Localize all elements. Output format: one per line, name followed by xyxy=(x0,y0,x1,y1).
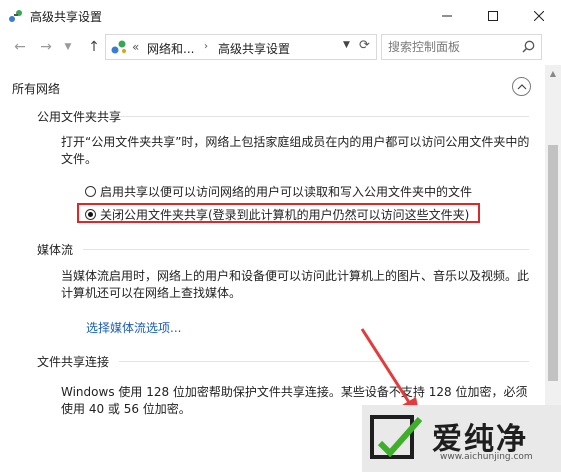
window-title: 高级共享设置 xyxy=(30,10,103,24)
file-sharing-description-2: 使用 40 或 56 位加密。 xyxy=(61,402,191,416)
divider xyxy=(119,116,529,117)
close-button[interactable] xyxy=(516,0,561,31)
minimize-icon xyxy=(442,15,452,16)
media-description-1: 当媒体流启用时，网络上的用户和设备便可以访问此计算机上的图片、音乐以及视频。此 xyxy=(61,269,530,283)
breadcrumb-separator[interactable]: › xyxy=(204,41,208,52)
divider xyxy=(119,361,529,362)
watermark-url: www.aichunjing.com xyxy=(440,452,533,462)
close-icon xyxy=(534,10,544,21)
option-enable-label: 启用共享以便可以访问网络的用户可以读取和写入公用文件夹中的文件 xyxy=(100,185,473,199)
radio-enable-public-sharing[interactable] xyxy=(85,186,96,197)
maximize-icon xyxy=(488,10,498,21)
breadcrumb-network[interactable]: 网络和... xyxy=(147,40,194,57)
option-enable-public-sharing[interactable]: 启用共享以便可以访问网络的用户可以读取和写入公用文件夹中的文件 xyxy=(85,183,472,200)
file-sharing-heading: 文件共享连接 xyxy=(37,355,110,369)
public-folder-description-1: 打开“公用文件夹共享”时，网络上包括家庭组成员在内的用户都可以访问公用文件夹中的 xyxy=(61,135,530,149)
media-stream-heading: 媒体流 xyxy=(37,243,74,257)
back-button[interactable]: ← xyxy=(10,37,30,57)
navigation-bar: ← → ▼ ↑ « 网络和... › 高级共享设置 ▼ ⟳ xyxy=(0,31,561,65)
minimize-button[interactable] xyxy=(424,0,470,31)
search-icon xyxy=(522,40,535,53)
title-bar: 高级共享设置 xyxy=(0,0,561,32)
highlight-box xyxy=(77,203,480,223)
scroll-thumb[interactable] xyxy=(548,145,558,381)
divider xyxy=(83,249,529,250)
maximize-button[interactable] xyxy=(470,0,516,31)
address-bar[interactable]: « 网络和... › 高级共享设置 ▼ ⟳ xyxy=(105,34,377,60)
arrow-right-icon: → xyxy=(40,39,52,55)
public-folder-description-2: 文件。 xyxy=(61,152,98,166)
chevron-down-icon: ▼ xyxy=(64,42,72,52)
control-panel-icon xyxy=(111,40,126,54)
up-button[interactable]: ↑ xyxy=(84,37,104,57)
collapse-section-button[interactable] xyxy=(512,77,531,96)
search-box[interactable] xyxy=(381,34,542,60)
chevron-up-icon xyxy=(517,83,526,89)
refresh-icon[interactable]: ⟳ xyxy=(359,38,370,53)
brand-logo-icon xyxy=(370,415,423,459)
forward-button[interactable]: → xyxy=(36,37,56,57)
address-dropdown-icon[interactable]: ▼ xyxy=(343,40,350,50)
breadcrumb-advanced-sharing[interactable]: 高级共享设置 xyxy=(218,40,290,57)
file-sharing-description-1: Windows 使用 128 位加密帮助保护文件共享连接。某些设备不支持 128… xyxy=(61,385,528,399)
media-description-2: 计算机还可以在网络上查找媒体。 xyxy=(61,286,242,300)
breadcrumb-overflow[interactable]: « xyxy=(132,40,139,54)
public-folder-heading: 公用文件夹共享 xyxy=(37,110,122,124)
recent-locations-button[interactable]: ▼ xyxy=(62,37,74,57)
scroll-up-icon[interactable]: ▲ xyxy=(545,67,561,81)
arrow-up-icon: ↑ xyxy=(88,39,100,55)
arrow-left-icon: ← xyxy=(14,39,26,55)
section-all-networks: 所有网络 xyxy=(12,82,61,96)
search-input[interactable] xyxy=(388,38,513,56)
network-share-icon xyxy=(9,10,22,22)
media-stream-options-link[interactable]: 选择媒体流选项... xyxy=(86,319,181,336)
